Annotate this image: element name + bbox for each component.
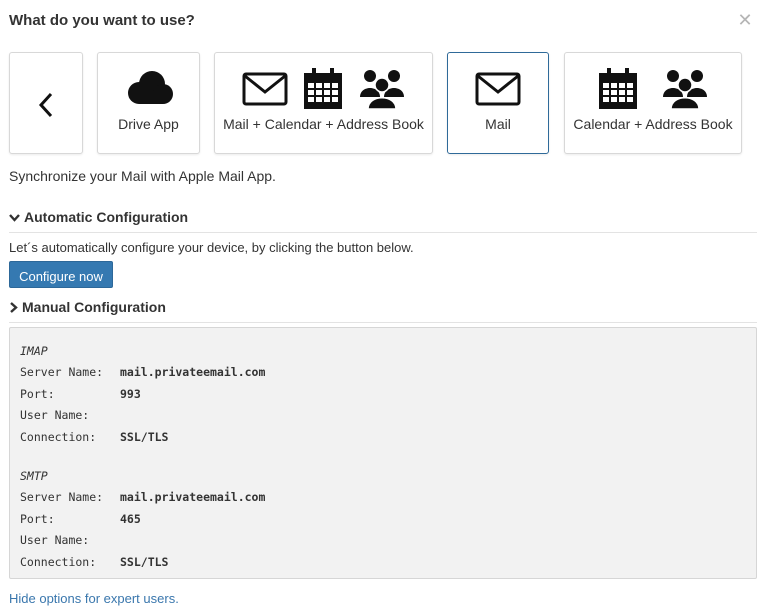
imap-connection-row: Connection: SSL/TLS [20,430,169,444]
calendar-icon [599,68,637,109]
hide-expert-options-link[interactable]: Hide options for expert users. [9,591,179,606]
card-label: Calendar + Address Book [573,116,733,132]
mail-card[interactable]: Mail [447,52,549,154]
envelope-icon [242,72,287,106]
divider [9,232,757,233]
divider [9,322,757,323]
automatic-config-toggle[interactable]: Automatic Configuration [9,209,188,225]
imap-connection-value: SSL/TLS [120,430,169,444]
drive-app-card[interactable]: Drive App [97,52,200,154]
imap-port-value: 993 [120,387,141,401]
imap-server-value: mail.privateemail.com [120,365,266,379]
calendar-icon [303,68,342,109]
imap-heading: IMAP [20,344,48,358]
automatic-config-title: Automatic Configuration [24,209,189,225]
smtp-port-value: 465 [120,512,141,526]
imap-server-row: Server Name: mail.privateemail.com [20,365,266,379]
configure-now-button[interactable]: Configure now [9,261,113,288]
dialog-title: What do you want to use? [9,12,195,29]
chevron-left-icon [10,85,82,125]
calendar-addressbook-card[interactable]: Calendar + Address Book [564,52,742,154]
mail-calendar-addressbook-card[interactable]: Mail + Calendar + Address Book [214,52,433,154]
description-text: Synchronize your Mail with Apple Mail Ap… [9,168,276,184]
card-label: Drive App [118,116,179,132]
manual-config-box: IMAP Server Name: mail.privateemail.com … [9,327,757,579]
users-icon [663,70,707,110]
users-icon [359,70,404,110]
manual-config-title: Manual Configuration [22,299,166,315]
smtp-connection-value: SSL/TLS [120,555,169,569]
smtp-user-row: User Name: [20,533,90,547]
close-icon[interactable]: ✕ [737,11,753,29]
automatic-config-text: Let´s automatically configure your devic… [9,240,414,255]
smtp-heading: SMTP [20,469,48,483]
smtp-connection-row: Connection: SSL/TLS [20,555,169,569]
chevron-down-icon [9,213,20,222]
cloud-icon [127,71,173,104]
chevron-right-icon [10,301,18,313]
envelope-icon [475,72,521,106]
card-label: Mail [485,116,511,132]
smtp-port-row: Port: 465 [20,512,141,526]
smtp-server-value: mail.privateemail.com [120,490,266,504]
back-card[interactable] [9,52,83,154]
smtp-server-row: Server Name: mail.privateemail.com [20,490,266,504]
imap-user-row: User Name: [20,408,90,422]
imap-port-row: Port: 993 [20,387,141,401]
manual-config-toggle[interactable]: Manual Configuration [9,299,166,315]
card-label: Mail + Calendar + Address Book [223,116,424,132]
